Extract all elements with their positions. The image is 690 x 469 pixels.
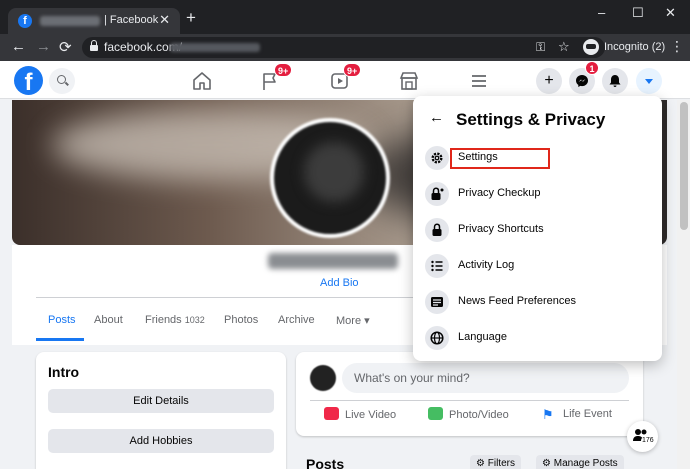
life-event-button[interactable]: ⚑ Life Event xyxy=(542,407,612,422)
incognito-icon xyxy=(583,39,599,55)
search-icon[interactable] xyxy=(49,68,75,94)
settings-highlight-box xyxy=(450,148,550,169)
back-button[interactable]: ← xyxy=(11,38,26,55)
menu-item-privacy-shortcuts[interactable]: Privacy Shortcuts xyxy=(421,214,654,246)
close-window-button[interactable]: ✕ xyxy=(665,5,676,21)
key-icon[interactable]: ⚿ xyxy=(536,40,545,55)
reload-button[interactable]: ⟳ xyxy=(59,38,72,56)
live-video-icon xyxy=(324,407,339,420)
menu-item-privacy-checkup[interactable]: Privacy Checkup xyxy=(421,178,654,210)
add-hobbies-button[interactable]: Add Hobbies xyxy=(48,429,274,453)
composer-input[interactable]: What's on your mind? xyxy=(342,363,629,393)
browser-titlebar: f | Facebook ✕ + – ☐ ✕ xyxy=(0,0,690,34)
back-arrow-icon[interactable]: ← xyxy=(429,109,444,126)
menu-item-label: Activity Log xyxy=(458,259,515,271)
lock-star-icon xyxy=(425,182,449,206)
incognito-indicator[interactable]: Incognito (2) xyxy=(583,37,665,58)
menu-item-language[interactable]: Language xyxy=(421,322,654,354)
life-event-flag-icon: ⚑ xyxy=(542,407,554,422)
settings-privacy-dropdown: ← Settings & Privacy Settings Privacy Ch… xyxy=(413,96,662,361)
facebook-logo-icon[interactable]: f xyxy=(14,66,43,96)
list-icon xyxy=(425,254,449,278)
contacts-chat-button[interactable]: 176 xyxy=(627,421,658,452)
composer-card: What's on your mind? Live Video Photo/Vi… xyxy=(296,352,643,436)
home-icon[interactable] xyxy=(191,70,213,92)
menu-item-activity-log[interactable]: Activity Log xyxy=(421,250,654,282)
menu-item-label: Privacy Shortcuts xyxy=(458,223,544,235)
intro-card: Intro Edit Details Add Hobbies xyxy=(36,352,286,469)
filters-button[interactable]: ⚙ Filters xyxy=(470,455,521,469)
browser-tab[interactable]: f | Facebook ✕ xyxy=(8,8,180,34)
intro-title: Intro xyxy=(48,364,80,380)
tab-photos[interactable]: Photos xyxy=(224,314,258,326)
newsfeed-icon xyxy=(425,290,449,314)
menu-item-label: Privacy Checkup xyxy=(458,187,541,199)
photo-video-button[interactable]: Photo/Video xyxy=(428,407,509,421)
contacts-count: 176 xyxy=(641,437,655,444)
menu-item-news-feed-preferences[interactable]: News Feed Preferences xyxy=(421,286,654,318)
profile-picture[interactable] xyxy=(270,118,390,238)
tab-more[interactable]: More ▾ xyxy=(336,314,370,327)
blurred-tab-text xyxy=(40,16,100,26)
tab-close-icon[interactable]: ✕ xyxy=(159,12,170,28)
menu-item-label: Language xyxy=(458,331,507,343)
composer-avatar[interactable] xyxy=(310,365,336,391)
live-video-button[interactable]: Live Video xyxy=(324,407,396,421)
menu-icon[interactable] xyxy=(468,70,490,92)
maximize-button[interactable]: ☐ xyxy=(632,5,644,21)
minimize-button[interactable]: – xyxy=(598,5,605,20)
facebook-header: f 9+ 9+ + 1 xyxy=(0,61,690,99)
lock-icon xyxy=(90,40,98,51)
tab-about[interactable]: About xyxy=(94,314,123,326)
pages-badge: 9+ xyxy=(274,63,293,77)
star-icon[interactable]: ☆ xyxy=(558,39,570,55)
edit-details-button[interactable]: Edit Details xyxy=(48,389,274,413)
new-tab-button[interactable]: + xyxy=(186,9,196,26)
scrollbar-thumb[interactable] xyxy=(680,102,688,230)
incognito-label: Incognito (2) xyxy=(604,41,666,53)
manage-posts-button[interactable]: ⚙ Manage Posts xyxy=(536,455,624,469)
browser-menu-icon[interactable]: ⋮ xyxy=(670,38,684,55)
tab-posts[interactable]: Posts xyxy=(48,314,76,326)
friends-count: 1032 xyxy=(184,315,205,325)
lock-icon xyxy=(425,218,449,242)
active-tab-indicator xyxy=(36,338,84,341)
globe-icon xyxy=(425,326,449,350)
messenger-badge: 1 xyxy=(585,61,599,75)
tab-friends-label: Friends xyxy=(145,314,182,326)
account-dropdown-button[interactable] xyxy=(636,68,662,94)
blurred-url-path xyxy=(170,43,260,52)
create-button[interactable]: + xyxy=(536,68,562,94)
browser-toolbar: ← → ⟳ facebook.com/ ⚿ ☆ Incognito (2) ⋮ xyxy=(0,34,690,61)
dropdown-title: Settings & Privacy xyxy=(456,110,606,129)
forward-button[interactable]: → xyxy=(36,38,51,55)
photo-video-icon xyxy=(428,407,443,420)
watch-badge: 9+ xyxy=(343,63,362,77)
add-bio-link[interactable]: Add Bio xyxy=(320,277,359,289)
tab-friends[interactable]: Friends 1032 xyxy=(145,314,205,326)
menu-item-label: News Feed Preferences xyxy=(458,295,576,307)
composer-divider xyxy=(310,400,629,401)
marketplace-icon[interactable] xyxy=(398,70,420,92)
notifications-bell-icon[interactable] xyxy=(602,68,628,94)
posts-section-title: Posts xyxy=(306,456,345,469)
blurred-profile-name xyxy=(268,253,398,269)
life-event-label: Life Event xyxy=(563,408,612,420)
address-bar[interactable]: facebook.com/ ⚿ ☆ xyxy=(82,37,605,58)
live-video-label: Live Video xyxy=(345,409,397,421)
facebook-favicon-icon: f xyxy=(18,14,32,28)
gear-icon xyxy=(425,146,449,170)
tab-archive[interactable]: Archive xyxy=(278,314,315,326)
photo-video-label: Photo/Video xyxy=(449,409,509,421)
tab-title: | Facebook xyxy=(104,14,159,26)
